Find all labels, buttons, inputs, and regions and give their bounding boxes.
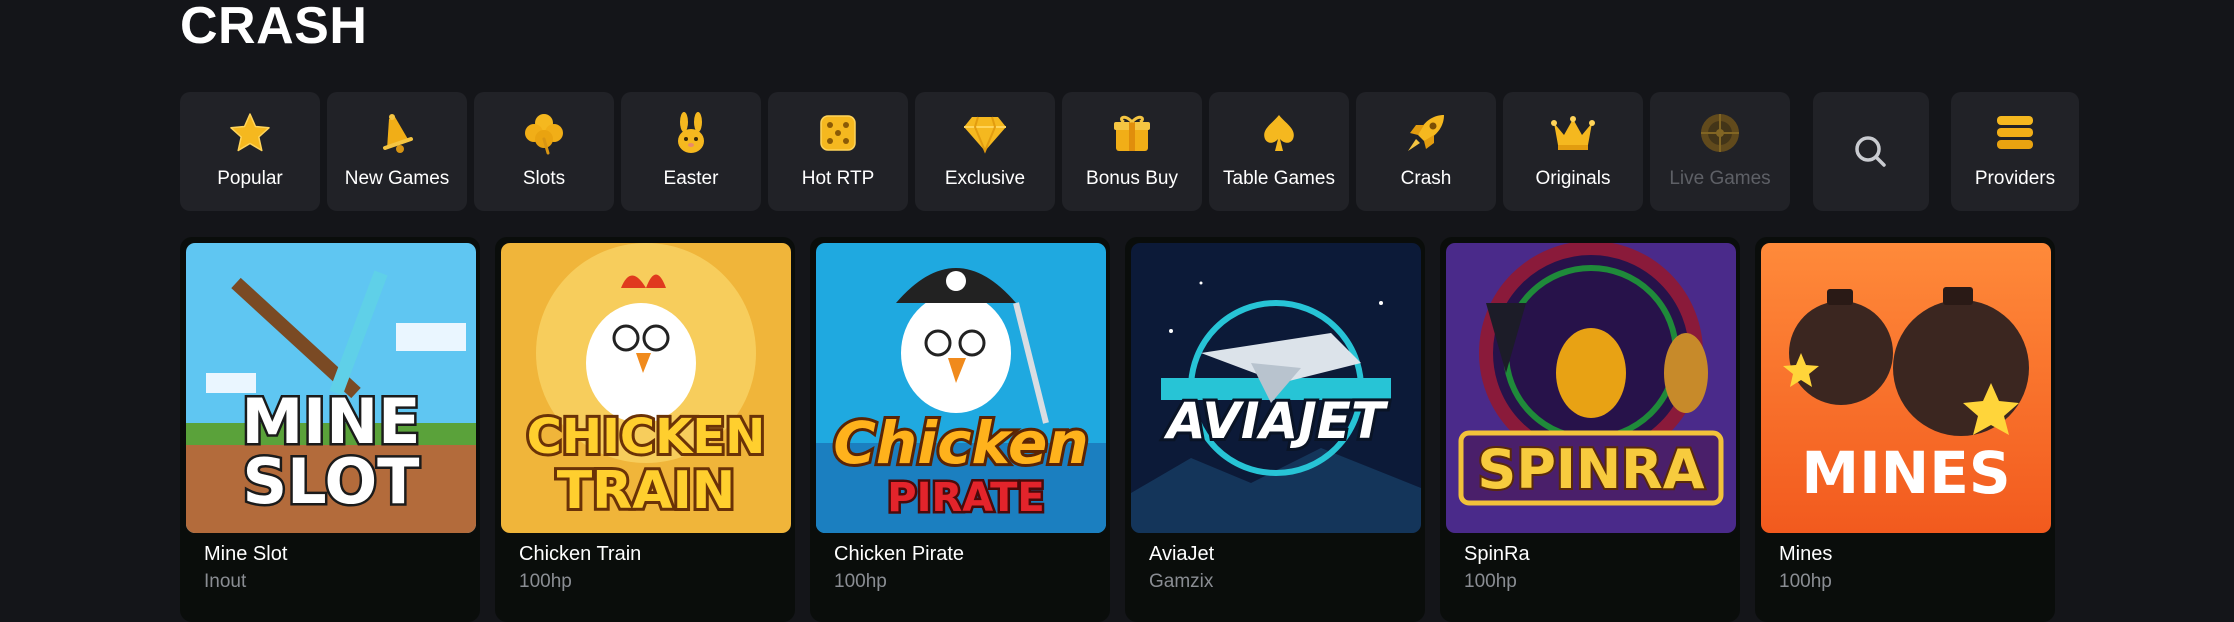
category-label: Table Games (1223, 168, 1335, 189)
category-hot-rtp[interactable]: Hot RTP (768, 92, 908, 211)
dice-icon (815, 110, 861, 156)
game-name: Chicken Pirate (834, 543, 965, 565)
game-thumbnail[interactable]: MINES (1761, 243, 2051, 533)
clover-icon (521, 110, 567, 156)
category-bonus-buy[interactable]: Bonus Buy (1062, 92, 1202, 211)
category-easter[interactable]: Easter (621, 92, 761, 211)
game-art-text: MINES (1801, 439, 2010, 507)
game-provider: Gamzix (1149, 571, 1214, 592)
game-name: SpinRa (1464, 543, 1530, 565)
crown-icon (1550, 110, 1596, 156)
stack-icon (1992, 110, 2038, 156)
game-thumbnail[interactable]: AVIAJET (1131, 243, 1421, 533)
game-name: Mine Slot (204, 543, 288, 565)
game-grid: MINE SLOT Mine Slot Inout CHICKEN TRAIN … (180, 237, 2055, 622)
game-art-text: CHICKEN (527, 409, 766, 465)
page-title: CRASH (180, 0, 368, 55)
search-icon (1848, 129, 1894, 175)
game-thumbnail[interactable]: MINE SLOT (186, 243, 476, 533)
category-table-games[interactable]: Table Games (1209, 92, 1349, 211)
category-label: Exclusive (944, 168, 1026, 189)
category-bar: Popular New Games Slots Easter Hot RTP E… (180, 92, 2079, 211)
game-card-chicken-pirate[interactable]: Chicken PIRATE Chicken Pirate 100hp (810, 237, 1110, 622)
game-thumbnail[interactable]: SPINRA (1446, 243, 1736, 533)
bunny-icon (668, 110, 714, 156)
game-provider: 100hp (1464, 571, 1517, 592)
gift-icon (1109, 110, 1155, 156)
rocket-icon (1403, 110, 1449, 156)
category-live-games[interactable]: Live Games (1650, 92, 1790, 211)
category-label: Originals (1535, 168, 1611, 189)
search-button[interactable] (1813, 92, 1929, 211)
game-provider: 100hp (519, 571, 572, 592)
category-label: Popular (217, 168, 283, 189)
game-art-text: SPINRA (1477, 438, 1704, 501)
bell-icon (374, 110, 420, 156)
game-provider: 100hp (834, 571, 887, 592)
category-label: Easter (663, 168, 719, 189)
game-thumbnail[interactable]: Chicken PIRATE (816, 243, 1106, 533)
category-crash[interactable]: Crash (1356, 92, 1496, 211)
category-label: Slots (522, 168, 566, 189)
game-name: Mines (1779, 543, 1833, 565)
providers-label: Providers (1974, 168, 2056, 189)
game-card-aviajet[interactable]: AVIAJET AviaJet Gamzix (1125, 237, 1425, 622)
category-exclusive[interactable]: Exclusive (915, 92, 1055, 211)
category-popular[interactable]: Popular (180, 92, 320, 211)
game-art-text: AVIAJET (1163, 392, 1389, 450)
game-provider: 100hp (1779, 571, 1832, 592)
category-new-games[interactable]: New Games (327, 92, 467, 211)
game-card-mine-slot[interactable]: MINE SLOT Mine Slot Inout (180, 237, 480, 622)
game-card-chicken-train[interactable]: CHICKEN TRAIN Chicken Train 100hp (495, 237, 795, 622)
spade-icon (1256, 110, 1302, 156)
game-art-text: Chicken (833, 409, 1088, 477)
game-thumbnail[interactable]: CHICKEN TRAIN (501, 243, 791, 533)
game-art-text: TRAIN (557, 461, 736, 521)
roulette-icon (1697, 110, 1743, 156)
star-icon (227, 110, 273, 156)
category-label: Crash (1400, 168, 1452, 189)
game-card-mines[interactable]: MINES Mines 100hp (1755, 237, 2055, 622)
game-art-text: PIRATE (887, 475, 1044, 521)
providers-button[interactable]: Providers (1951, 92, 2079, 211)
game-name: AviaJet (1149, 543, 1215, 565)
game-card-spinra[interactable]: SPINRA SpinRa 100hp (1440, 237, 1740, 622)
category-label: Live Games (1669, 168, 1771, 189)
game-provider: Inout (204, 571, 247, 592)
category-label: New Games (344, 168, 450, 189)
category-label: Bonus Buy (1086, 168, 1178, 189)
game-name: Chicken Train (519, 543, 642, 565)
diamond-icon (962, 110, 1008, 156)
category-label: Hot RTP (801, 168, 875, 189)
category-slots[interactable]: Slots (474, 92, 614, 211)
category-originals[interactable]: Originals (1503, 92, 1643, 211)
game-art-text: SLOT (243, 445, 420, 518)
